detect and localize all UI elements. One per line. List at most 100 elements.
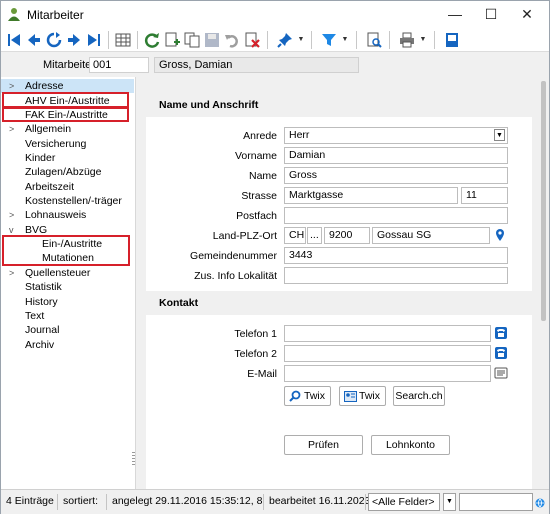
dropdown-arrow-icon[interactable]: ▼ bbox=[494, 129, 505, 141]
field-filter-select[interactable]: <Alle Felder> bbox=[368, 493, 440, 511]
save-icon[interactable] bbox=[203, 31, 221, 49]
filter-dropdown-icon[interactable]: ▼ bbox=[443, 493, 456, 511]
globe-icon[interactable] bbox=[535, 498, 545, 508]
scrollbar-thumb[interactable] bbox=[541, 81, 546, 321]
sidebar-item-archiv[interactable]: Archiv bbox=[1, 338, 134, 352]
land-field[interactable]: CH bbox=[284, 227, 306, 244]
land-lookup-button[interactable]: ... bbox=[307, 227, 322, 244]
zus-info-lokalitaet-label: Zus. Info Lokalität bbox=[194, 270, 277, 282]
sidebar-item-label: Kostenstellen/-träger bbox=[25, 195, 122, 207]
chevron-right-icon: > bbox=[9, 268, 15, 278]
anrede-select[interactable]: Herr ▼ bbox=[284, 127, 508, 144]
minimize-button[interactable]: — bbox=[437, 1, 473, 28]
section-kontakt: Kontakt bbox=[146, 291, 532, 315]
toolbar: ▼ ▼ ▼ bbox=[1, 28, 549, 52]
undo-icon[interactable] bbox=[223, 31, 241, 49]
telefon1-field[interactable] bbox=[284, 325, 491, 342]
sidebar-item-zulagen[interactable]: Zulagen/Abzüge bbox=[1, 165, 134, 179]
sidebar-item-history[interactable]: History bbox=[1, 295, 134, 309]
sidebar-item-label: Text bbox=[25, 310, 45, 322]
print-icon[interactable] bbox=[398, 31, 416, 49]
telefon2-label: Telefon 2 bbox=[234, 348, 277, 360]
sidebar-item-label: Adresse bbox=[25, 80, 64, 92]
print-dropdown-icon[interactable]: ▼ bbox=[419, 31, 427, 49]
postfach-field[interactable] bbox=[284, 207, 508, 224]
sidebar-item-journal[interactable]: Journal bbox=[1, 323, 134, 337]
pin-icon[interactable] bbox=[276, 31, 294, 49]
search-input[interactable] bbox=[459, 493, 533, 511]
sidebar-item-label: Allgemein bbox=[25, 123, 72, 135]
telefon1-label: Telefon 1 bbox=[234, 328, 277, 340]
sidebar-item-label: History bbox=[25, 296, 58, 308]
sidebar-item-kinder[interactable]: Kinder bbox=[1, 151, 134, 165]
email-field[interactable] bbox=[284, 365, 491, 382]
twix-card-button[interactable]: Twix bbox=[339, 386, 386, 406]
employee-number-field[interactable]: 001 bbox=[89, 57, 149, 73]
sidebar-item-kostenstellen[interactable]: Kostenstellen/-träger bbox=[1, 194, 134, 208]
filter-icon[interactable] bbox=[320, 31, 338, 49]
sidebar-item-statistik[interactable]: Statistik bbox=[1, 280, 134, 294]
phone-icon[interactable] bbox=[494, 346, 508, 360]
window-title: Mitarbeiter bbox=[27, 8, 84, 22]
map-pin-icon[interactable] bbox=[493, 228, 507, 242]
title-bar: Mitarbeiter — ☐ ✕ bbox=[1, 1, 549, 28]
twix-card-label: Twix bbox=[359, 390, 380, 402]
close-button[interactable]: ✕ bbox=[509, 1, 545, 28]
copy-record-icon[interactable] bbox=[183, 31, 201, 49]
layout-icon[interactable] bbox=[443, 31, 461, 49]
maximize-button[interactable]: ☐ bbox=[473, 1, 509, 28]
filter-dropdown-icon[interactable]: ▼ bbox=[341, 31, 349, 49]
section-name-und-anschrift: Name und Anschrift bbox=[146, 93, 532, 117]
chevron-right-icon: > bbox=[9, 81, 15, 91]
hausnummer-field[interactable]: 11 bbox=[461, 187, 508, 204]
refresh-record-icon[interactable] bbox=[45, 31, 63, 49]
twix-search-label: Twix bbox=[304, 390, 325, 402]
anrede-value: Herr bbox=[289, 129, 310, 141]
vertical-scrollbar[interactable] bbox=[538, 77, 549, 489]
lohnkonto-button[interactable]: Lohnkonto bbox=[371, 435, 450, 455]
previous-record-icon[interactable] bbox=[25, 31, 43, 49]
last-record-icon[interactable] bbox=[85, 31, 103, 49]
first-record-icon[interactable] bbox=[5, 31, 23, 49]
strasse-field[interactable]: Marktgasse bbox=[284, 187, 458, 204]
employee-icon bbox=[8, 8, 20, 21]
splitter-handle[interactable] bbox=[132, 452, 135, 466]
sidebar-item-arbeitszeit[interactable]: Arbeitszeit bbox=[1, 180, 134, 194]
phone-icon[interactable] bbox=[494, 326, 508, 340]
status-bar: 4 Einträge sortiert: angelegt 29.11.2016… bbox=[1, 489, 549, 514]
highlight-box-bvg bbox=[2, 235, 130, 266]
plz-field[interactable]: 9200 bbox=[324, 227, 370, 244]
pruefen-button[interactable]: Prüfen bbox=[284, 435, 363, 455]
reload-icon[interactable] bbox=[143, 31, 161, 49]
ort-field[interactable]: Gossau SG bbox=[372, 227, 490, 244]
window: Mitarbeiter — ☐ ✕ ▼ ▼ ▼ Mitarbeiter 001 … bbox=[0, 0, 550, 514]
chevron-right-icon: > bbox=[9, 124, 15, 134]
vorname-label: Vorname bbox=[234, 150, 277, 162]
twix-search-button[interactable]: Twix bbox=[284, 386, 331, 406]
sidebar-item-allgemein[interactable]: > Allgemein bbox=[1, 122, 134, 136]
pin-dropdown-icon[interactable]: ▼ bbox=[297, 31, 305, 49]
sidebar-item-text[interactable]: Text bbox=[1, 309, 134, 323]
sidebar-item-label: Quellensteuer bbox=[25, 267, 91, 279]
vorname-field[interactable]: Damian bbox=[284, 147, 508, 164]
sidebar-item-quellensteuer[interactable]: > Quellensteuer bbox=[1, 266, 134, 280]
new-record-icon[interactable] bbox=[163, 31, 181, 49]
sidebar-item-label: Versicherung bbox=[25, 138, 87, 150]
next-record-icon[interactable] bbox=[65, 31, 83, 49]
zus-info-lokalitaet-field[interactable] bbox=[284, 267, 508, 284]
delete-record-icon[interactable] bbox=[243, 31, 261, 49]
table-view-icon[interactable] bbox=[114, 31, 132, 49]
sidebar-item-label: Journal bbox=[25, 324, 60, 336]
sidebar-item-adresse[interactable]: > Adresse bbox=[1, 79, 134, 93]
sidebar-item-lohnausweis[interactable]: > Lohnausweis bbox=[1, 208, 134, 222]
name-field[interactable]: Gross bbox=[284, 167, 508, 184]
telefon2-field[interactable] bbox=[284, 345, 491, 362]
gemeindenummer-field[interactable]: 3443 bbox=[284, 247, 508, 264]
sidebar-item-versicherung[interactable]: Versicherung bbox=[1, 137, 134, 151]
mail-icon[interactable] bbox=[494, 366, 508, 380]
search-icon bbox=[289, 390, 301, 402]
search-ch-button[interactable]: Search.ch bbox=[393, 386, 445, 406]
sidebar: > Adresse AHV Ein-/Austritte FAK Ein-/Au… bbox=[1, 77, 136, 489]
sidebar-item-label: Archiv bbox=[25, 339, 55, 351]
document-search-icon[interactable] bbox=[365, 31, 383, 49]
